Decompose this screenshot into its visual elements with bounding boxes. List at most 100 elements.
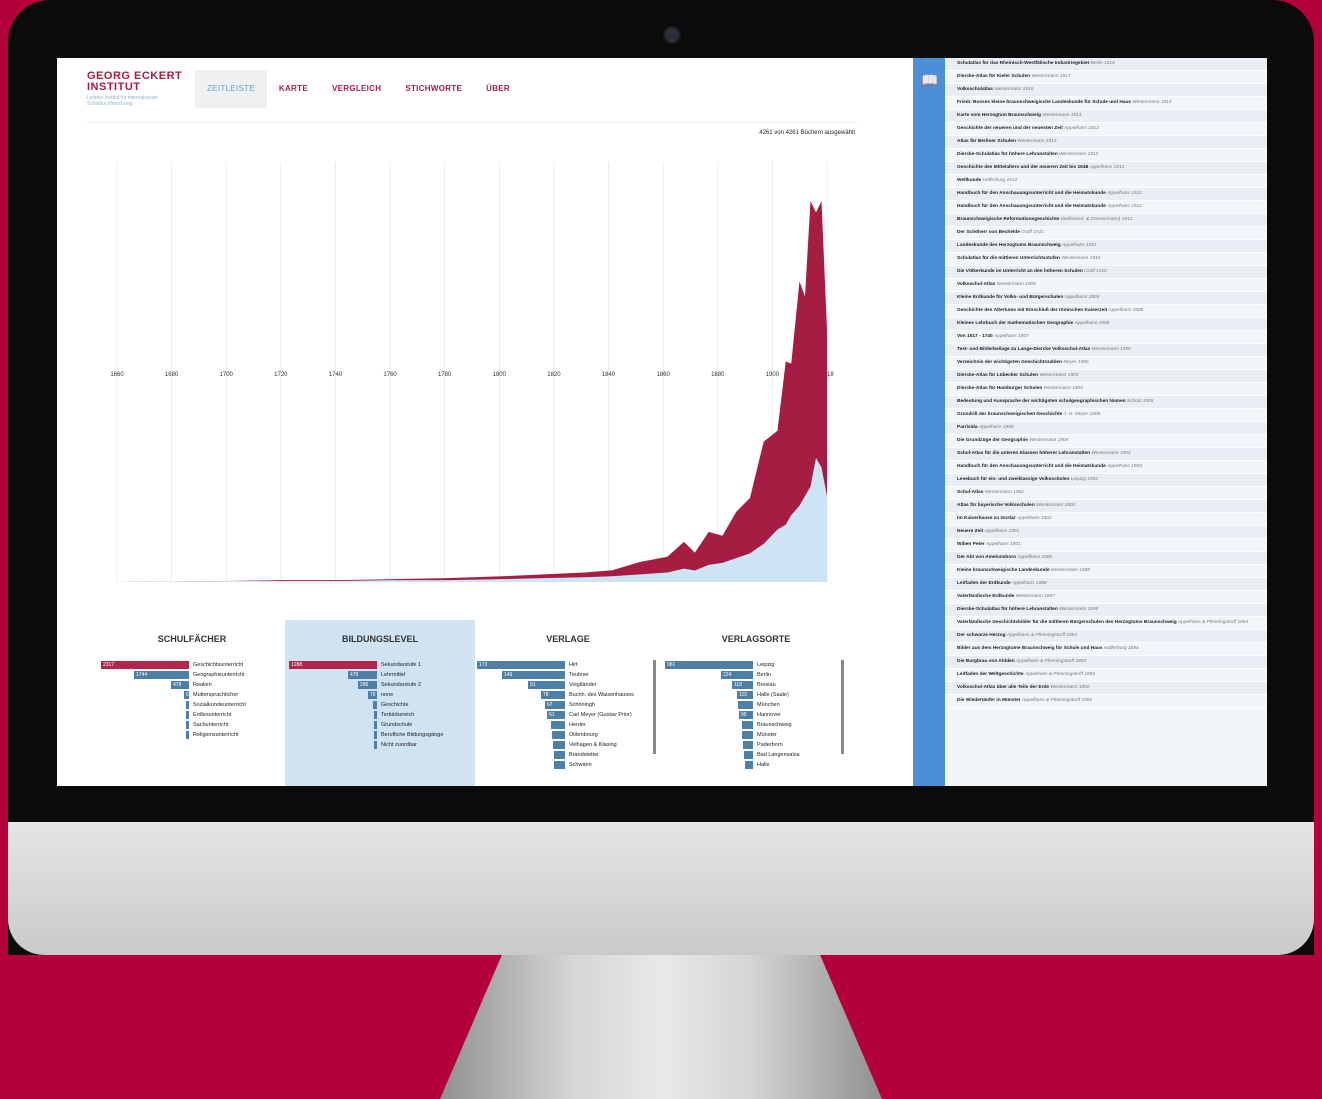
book-list-item[interactable]: Die Wiedertäufer in Münster Appelhans & …: [945, 695, 1267, 708]
panel-schulfaecher[interactable]: SCHULFÄCHER 2317 Geschichtsunterricht 1744…: [97, 620, 287, 786]
facet-row[interactable]: Religionsunterricht: [97, 730, 287, 740]
facet-row[interactable]: Oldenbourg: [473, 730, 663, 740]
book-list-item[interactable]: Schulatlas für das Rheinisch-Westfälisch…: [945, 58, 1267, 71]
facet-row[interactable]: Bad Langensalza: [661, 750, 851, 760]
book-list-item[interactable]: Bedeutung und Aussprache der wichtigsten…: [945, 396, 1267, 409]
facet-row[interactable]: Velhagen & Klasing: [473, 740, 663, 750]
book-list-item[interactable]: Geschichte der neueren und der neuesten …: [945, 123, 1267, 136]
book-list-item[interactable]: Leitfaden der Weltgeschichte Appelhans &…: [945, 669, 1267, 682]
book-list-item[interactable]: Die Burgbrau von Ahlden Appelhans & Pfen…: [945, 656, 1267, 669]
facet-row[interactable]: 173 Hirt: [473, 660, 663, 670]
book-list-item[interactable]: Landeskunde des Herzogtums Braunschweig …: [945, 240, 1267, 253]
facet-row[interactable]: Münster: [661, 730, 851, 740]
book-list-item[interactable]: Lesebuch für ein- und zweiklassige Volks…: [945, 474, 1267, 487]
book-list-item[interactable]: Parrisida Appelhans 1905: [945, 422, 1267, 435]
book-list-item[interactable]: Grundriß der braunschweigischen Geschich…: [945, 409, 1267, 422]
facet-row[interactable]: 118 Breslau: [661, 680, 851, 690]
book-list-item[interactable]: Handbuch für den Anschauungsunterricht u…: [945, 201, 1267, 214]
tab-karte[interactable]: KARTE: [267, 70, 320, 108]
facet-row[interactable]: Brandstetter: [473, 750, 663, 760]
book-list-item[interactable]: Weltkunde Hafferburg 1912: [945, 175, 1267, 188]
book-list-item[interactable]: Volksschul-Atlas über alle Teile der Erd…: [945, 682, 1267, 695]
tab-stichworte[interactable]: STICHWORTE: [393, 70, 474, 108]
facet-row[interactable]: 1744 Geographieunterricht: [97, 670, 287, 680]
book-list-item[interactable]: Neuere Zeit Appelhans 1901: [945, 526, 1267, 539]
facet-row[interactable]: Erdlesunterricht: [97, 710, 287, 720]
facet-row[interactable]: Herder: [473, 720, 663, 730]
facet-row[interactable]: Schwann: [473, 760, 663, 770]
facet-row[interactable]: München: [661, 700, 851, 710]
scrollbar[interactable]: [653, 660, 656, 754]
book-list-item[interactable]: Kleines Lehrbuch der mathematischen Geog…: [945, 318, 1267, 331]
timeline-chart[interactable]: 1660 1680 1700 1720 1740 1760 1780 1800 1820 1840…: [87, 142, 857, 612]
book-list-item[interactable]: Text- und Bilderbeilage zu Lange-Diercke…: [945, 344, 1267, 357]
book-list-item[interactable]: Der schwarze Herzog Appelhans & Pfenning…: [945, 630, 1267, 643]
facet-row[interactable]: 102 Halle (Saale): [661, 690, 851, 700]
book-list-item[interactable]: Vaterländische Geschichtsbilder für die …: [945, 617, 1267, 630]
book-list-item[interactable]: Wiben Peter Appelhans 1901: [945, 539, 1267, 552]
facet-row[interactable]: 478 Lehrmittel: [285, 670, 475, 680]
book-list-item[interactable]: Handbuch für den Anschauungsunterricht u…: [945, 461, 1267, 474]
book-list-item[interactable]: Schulatlas für die mittleren Unterrichts…: [945, 253, 1267, 266]
book-list-toggle[interactable]: 📖: [913, 58, 945, 786]
book-list-item[interactable]: Diercke-Atlas für Hamburger Schulen West…: [945, 383, 1267, 396]
book-list-item[interactable]: Karte vom Herzogtum Braunschweig Westerm…: [945, 110, 1267, 123]
book-list-item[interactable]: Vaterländische Erdkunde Westermann 1897: [945, 591, 1267, 604]
book-list-item[interactable]: Verzeichnis der wichtigsten Geschichtsza…: [945, 357, 1267, 370]
facet-row[interactable]: 61 Carl Meyer (Gustav Prior): [473, 710, 663, 720]
facet-row[interactable]: 149 Teubner: [473, 670, 663, 680]
tab-vergleich[interactable]: VERGLEICH: [320, 70, 393, 108]
facet-row[interactable]: Nicht zuordbar: [285, 740, 475, 750]
book-list-item[interactable]: Bilder aus dem Herzogtume Braunschweig f…: [945, 643, 1267, 656]
facet-row[interactable]: Grundschule: [285, 720, 475, 730]
book-list-item[interactable]: Schul-Atlas Westermann 1902: [945, 487, 1267, 500]
facet-row[interactable]: Berufliche Bildungsgänge: [285, 730, 475, 740]
facet-row[interactable]: 95 Hannover: [661, 710, 851, 720]
book-list-item[interactable]: Von 1517 - 1740 Appelhans 1907: [945, 331, 1267, 344]
scrollbar[interactable]: [841, 660, 844, 754]
book-list-item[interactable]: Kleine Erdkunde für Volks- und Bürgersch…: [945, 292, 1267, 305]
book-list-item[interactable]: Diercke-Schulatlas für höhere Lehranstal…: [945, 149, 1267, 162]
book-list-item[interactable]: Diercke-Atlas für Kieler Schulen Westerm…: [945, 71, 1267, 84]
book-list-item[interactable]: Schul-Atlas für die unteren Klassen höhe…: [945, 448, 1267, 461]
facet-row[interactable]: 62 Muttersprachlicher: [97, 690, 287, 700]
tab-ueber[interactable]: ÜBER: [474, 70, 522, 108]
book-list-item[interactable]: Im Kaiserhause zu Goslar Appelhans 1902: [945, 513, 1267, 526]
facet-row[interactable]: Halle: [661, 760, 851, 770]
book-list-item[interactable]: Kleine braunschweigische Landeskunde Wes…: [945, 565, 1267, 578]
facet-row[interactable]: Sachunterricht: [97, 720, 287, 730]
facet-row[interactable]: 296 Sekundarstufe 2: [285, 680, 475, 690]
facet-row[interactable]: Sozialkundeunterricht: [97, 700, 287, 710]
tab-zeitleiste[interactable]: ZEITLEISTE: [195, 70, 267, 108]
facet-row[interactable]: 1288 Sekundarstufe 1: [285, 660, 475, 670]
facet-row[interactable]: Tertiärbereich: [285, 710, 475, 720]
panel-bildungslevel[interactable]: BILDUNGSLEVEL 1288 Sekundarstufe 1 478 Lehr…: [285, 620, 475, 786]
book-list[interactable]: Schulatlas für das Rheinisch-Westfälisch…: [945, 58, 1267, 786]
book-list-item[interactable]: Diercke-Atlas für Lübecker Schulen Weste…: [945, 370, 1267, 383]
book-list-item[interactable]: Der Schöherr von Bechelde Graff 1911: [945, 227, 1267, 240]
book-list-item[interactable]: Friedr. Bosses kleine braunschweigische …: [945, 97, 1267, 110]
facet-row[interactable]: Geschichte: [285, 700, 475, 710]
book-list-item[interactable]: Die Völkerkunde im Unterricht an den höh…: [945, 266, 1267, 279]
selected-series-area[interactable]: [117, 201, 827, 583]
book-list-item[interactable]: Geschichte des Mittelalters und der neue…: [945, 162, 1267, 175]
facet-row[interactable]: 981 Leipzig: [661, 660, 851, 670]
book-list-item[interactable]: Die Grundzüge der Geographie Westermann …: [945, 435, 1267, 448]
book-list-item[interactable]: Volksschulatlas Westermann 1916: [945, 84, 1267, 97]
book-list-item[interactable]: Atlas für bayerische Volksschulen Wester…: [945, 500, 1267, 513]
facet-row[interactable]: Paderborn: [661, 740, 851, 750]
book-list-item[interactable]: Braunschweigische Reformationsgeschichte…: [945, 214, 1267, 227]
book-list-item[interactable]: Leitfaden der Erdkunde Appelhans 1898: [945, 578, 1267, 591]
panel-verlage[interactable]: VERLAGE 173 Hirt 149 Teubner 91 Voigtländer 78…: [473, 620, 663, 786]
institute-logo[interactable]: GEORG ECKERT INSTITUT Leibniz-Institut f…: [87, 70, 197, 107]
facet-row[interactable]: 91 Voigtländer: [473, 680, 663, 690]
book-list-item[interactable]: Volksschul-Atlas Westermann 1909: [945, 279, 1267, 292]
facet-row[interactable]: 224 Berlin: [661, 670, 851, 680]
facet-row[interactable]: 478 Realien: [97, 680, 287, 690]
book-list-item[interactable]: Handbuch für den Anschauungsunterricht u…: [945, 188, 1267, 201]
book-list-item[interactable]: Der Abt von Amelunxborn Appelhans 1900: [945, 552, 1267, 565]
book-list-item[interactable]: Atlas für Berliner Schulen Westermann 19…: [945, 136, 1267, 149]
facet-row[interactable]: 2317 Geschichtsunterricht: [97, 660, 287, 670]
panel-verlagsorte[interactable]: VERLAGSORTE 981 Leipzig 224 Berlin 118 Bresla…: [661, 620, 851, 786]
facet-row[interactable]: 76 none: [285, 690, 475, 700]
